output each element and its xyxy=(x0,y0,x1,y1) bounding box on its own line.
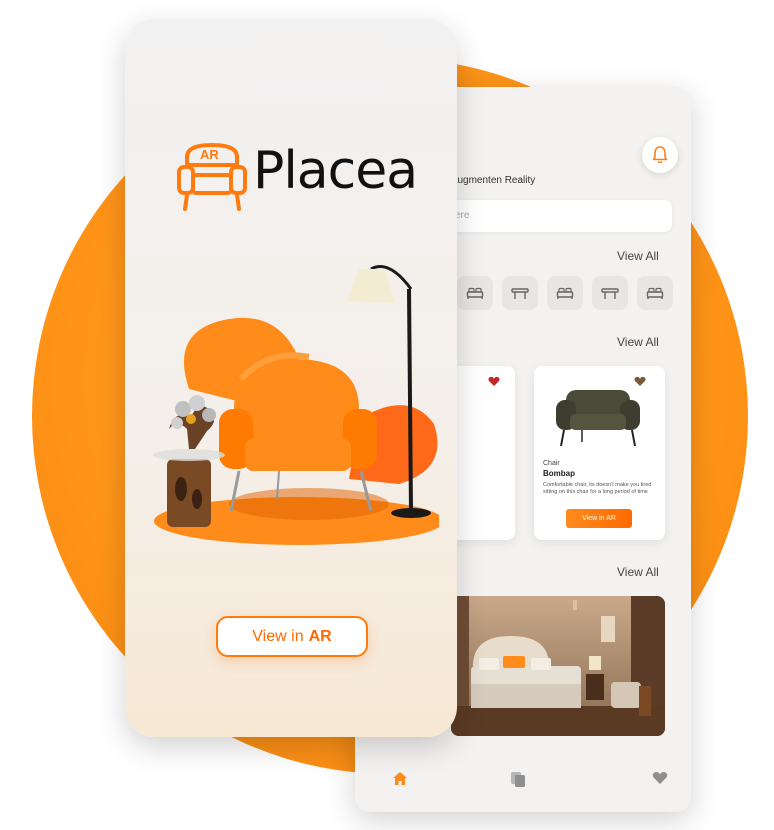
rooms-view-all-link[interactable]: View All xyxy=(617,565,659,579)
category-tables-2[interactable] xyxy=(592,276,628,310)
app-name: Placea xyxy=(253,141,418,201)
notification-button[interactable] xyxy=(642,137,678,173)
category-list xyxy=(457,276,673,310)
app-logo: AR xyxy=(175,139,249,222)
nav-home[interactable] xyxy=(392,771,408,791)
favorite-heart-icon[interactable] xyxy=(488,376,500,387)
product-2-view-ar-button[interactable]: View in AR xyxy=(566,509,632,528)
nav-favorites[interactable] xyxy=(652,771,668,790)
product-2-category: Chair xyxy=(543,460,560,467)
product-2-desc: Comfortable chair, its doesn't make you … xyxy=(543,482,652,496)
category-beds[interactable] xyxy=(457,276,493,310)
bell-icon xyxy=(652,146,668,164)
olive-chair-image xyxy=(556,390,640,447)
view-in-ar-button[interactable]: View in AR xyxy=(216,616,368,657)
hero-furniture-illustration xyxy=(153,265,439,545)
category-beds-2[interactable] xyxy=(547,276,583,310)
table-icon xyxy=(511,288,529,299)
splash-screen: AR Placea View in AR xyxy=(125,19,457,737)
heart-icon xyxy=(652,772,668,784)
table-icon xyxy=(601,288,619,299)
bedroom-photo xyxy=(451,596,665,736)
bed-icon xyxy=(466,287,484,299)
copy-icon xyxy=(511,772,525,787)
categories-view-all-link[interactable]: View All xyxy=(617,249,659,263)
home-icon xyxy=(393,772,407,785)
bed-icon xyxy=(556,287,574,299)
view-in-ar-label: View in xyxy=(252,627,304,645)
bedroom-image[interactable] xyxy=(451,596,665,736)
bed-icon xyxy=(646,287,664,299)
product-2-name: Bombap xyxy=(543,469,575,478)
category-tables[interactable] xyxy=(502,276,538,310)
search-placeholder: ere xyxy=(455,210,470,221)
logo-badge: AR xyxy=(200,147,219,162)
category-beds-3[interactable] xyxy=(637,276,673,310)
products-view-all-link[interactable]: View All xyxy=(617,335,659,349)
nav-collections[interactable] xyxy=(510,771,526,793)
product-card-2[interactable]: Chair Bombap Comfortable chair, its does… xyxy=(534,366,665,540)
view-in-ar-emphasis: AR xyxy=(308,627,332,645)
